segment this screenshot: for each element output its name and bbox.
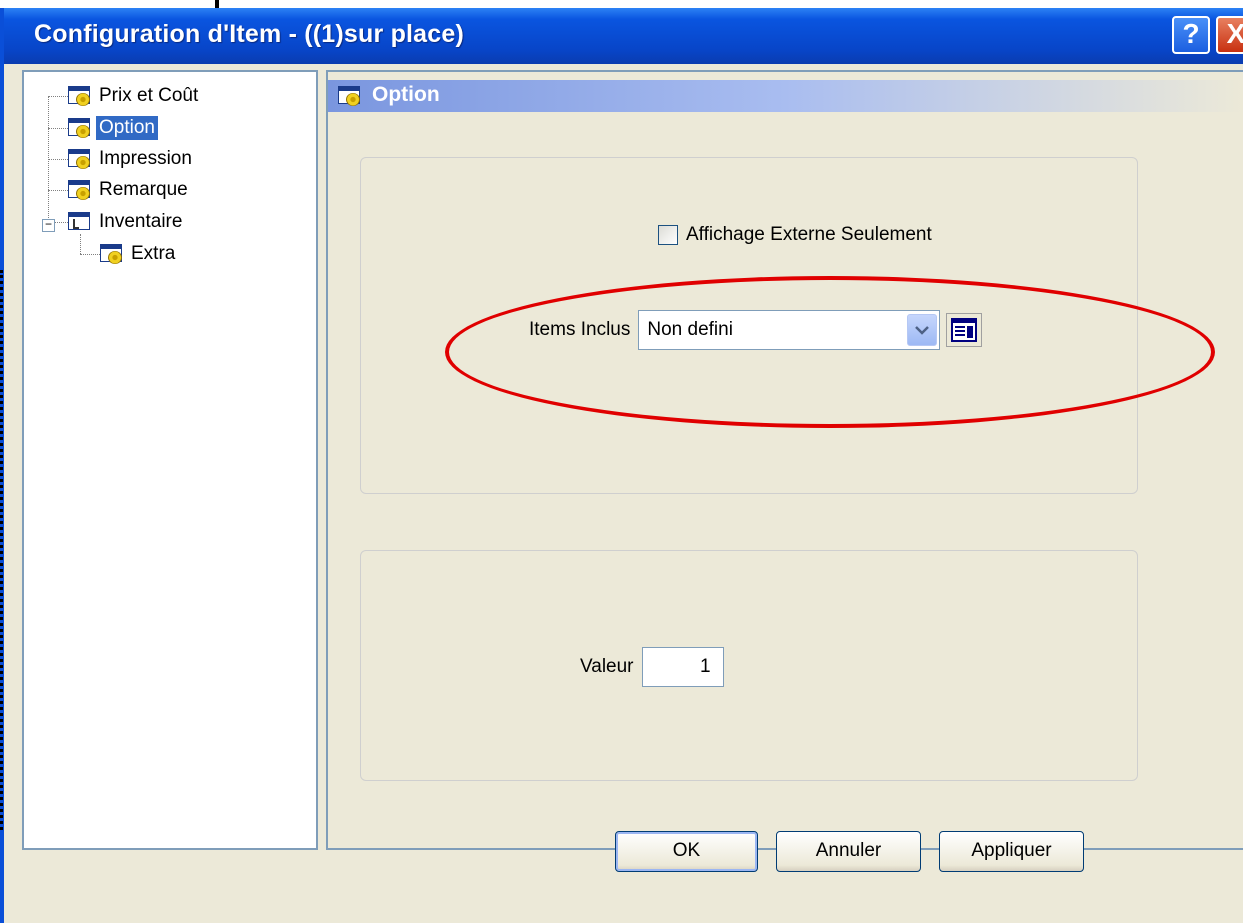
options-group: Affichage Externe Seulement Items Inclus… [360, 157, 1215, 494]
tree-item-label: Remarque [99, 179, 188, 200]
settings-window-icon [68, 118, 90, 138]
tree-item-option[interactable]: Option [68, 114, 158, 142]
tree-item-label: Inventaire [99, 211, 183, 232]
option-page: Option Affichage Externe Seulement Items… [326, 70, 1243, 850]
settings-window-icon [68, 86, 90, 106]
valeur-input[interactable]: 1 [641, 647, 724, 687]
checkbox-label: Affichage Externe Seulement [686, 224, 932, 245]
value-group: Valeur 1 [360, 550, 1138, 781]
highlight-ellipse [445, 276, 1215, 428]
items-inclus-value: Non defini [647, 319, 733, 340]
items-inclus-label: Items Inclus [529, 319, 631, 340]
help-button[interactable]: ? [1172, 16, 1210, 54]
items-inclus-select[interactable]: Non defini [638, 310, 941, 350]
tree-item-remarque[interactable]: Remarque [68, 176, 191, 204]
list-view-button[interactable] [946, 313, 983, 347]
settings-window-icon [68, 149, 90, 169]
list-details-icon [951, 318, 978, 342]
settings-tree[interactable]: − Prix et Coût Option Impression Remarqu… [22, 70, 318, 850]
tree-item-label: Option [96, 116, 158, 140]
ok-button[interactable]: OK [615, 831, 758, 872]
external-display-checkbox-row[interactable]: Affichage Externe Seulement [658, 224, 932, 246]
tree-item-label: Prix et Coût [99, 85, 199, 106]
page-header: Option [328, 80, 1243, 112]
close-button[interactable]: X [1216, 16, 1243, 54]
tree-item-label: Impression [99, 148, 192, 169]
tree-item-label: Extra [131, 243, 176, 264]
collapse-toggle[interactable]: − [42, 218, 55, 232]
settings-window-icon [68, 180, 90, 200]
items-inclus-row: Items Inclus Non defini [529, 310, 983, 350]
tree-structure-icon [68, 212, 90, 232]
settings-window-icon [338, 86, 360, 106]
valeur-row: Valeur 1 [580, 647, 724, 687]
title-bar[interactable]: Configuration d'Item - ((1)sur place) ? … [4, 8, 1243, 64]
tree-item-prix-et-cout[interactable]: Prix et Coût [68, 82, 201, 110]
chevron-down-icon[interactable] [907, 314, 938, 346]
window-title: Configuration d'Item - ((1)sur place) [34, 20, 465, 48]
external-display-checkbox[interactable] [658, 225, 678, 245]
apply-button[interactable]: Appliquer [939, 831, 1084, 872]
tree-item-impression[interactable]: Impression [68, 145, 195, 173]
tree-item-inventaire[interactable]: Inventaire [68, 208, 185, 236]
valeur-label: Valeur [580, 656, 634, 677]
page-title: Option [372, 83, 440, 106]
settings-window-icon [100, 244, 122, 264]
cancel-button[interactable]: Annuler [776, 831, 921, 872]
left-edge-fragment [0, 270, 6, 830]
tree-item-extra[interactable]: Extra [100, 240, 178, 268]
